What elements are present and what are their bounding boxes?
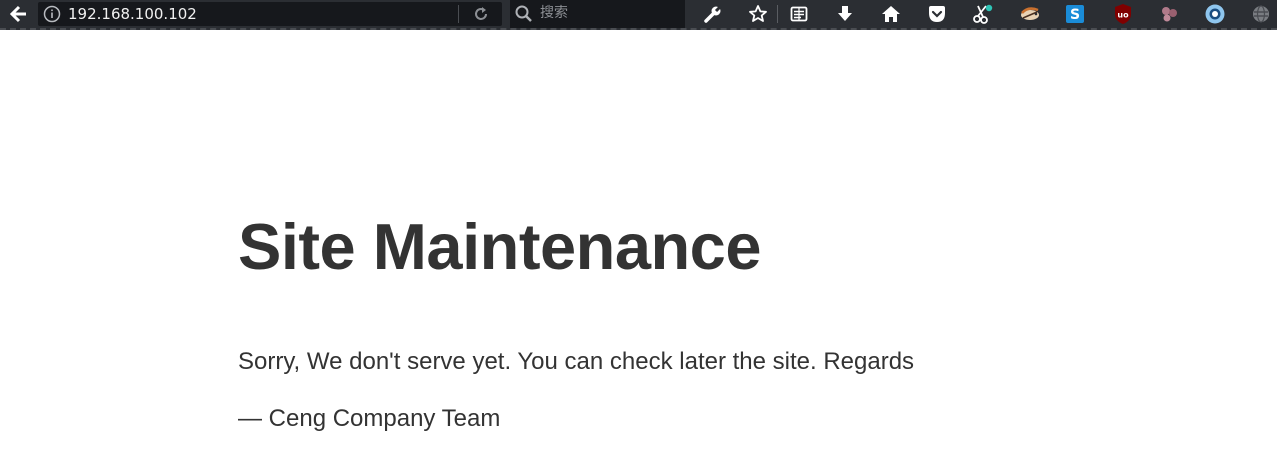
pocket-button[interactable] <box>924 0 950 28</box>
home-button[interactable] <box>878 0 904 28</box>
downloads-button[interactable] <box>832 0 858 28</box>
bird-extension-icon <box>1021 7 1039 20</box>
ublock-icon: uo <box>1115 4 1131 24</box>
search-icon <box>515 5 532 22</box>
url-bar[interactable] <box>38 2 502 26</box>
bird-extension-button[interactable] <box>1016 0 1044 28</box>
back-arrow-icon <box>10 5 26 23</box>
site-info-button[interactable] <box>42 4 62 24</box>
signature: — Ceng Company Team <box>238 405 501 432</box>
tools-button[interactable] <box>700 0 726 28</box>
info-icon <box>43 5 61 23</box>
urlbar-divider <box>458 5 459 23</box>
dots-extension-button[interactable] <box>1156 0 1182 28</box>
search-input[interactable] <box>540 0 680 26</box>
wrench-icon <box>704 4 723 23</box>
reload-button[interactable] <box>466 2 496 26</box>
download-icon <box>838 6 852 21</box>
ublock-button[interactable]: uo <box>1110 0 1136 28</box>
url-input[interactable] <box>68 2 488 26</box>
pocket-icon <box>929 6 945 22</box>
search-bar[interactable] <box>510 0 685 28</box>
maintenance-message: Sorry, We don't serve yet. You can check… <box>238 348 915 375</box>
back-button[interactable] <box>6 0 32 28</box>
svg-text:S: S <box>1070 7 1080 23</box>
reload-icon <box>475 7 487 20</box>
star-icon <box>749 5 767 22</box>
globe-extension-icon <box>1253 5 1269 23</box>
s-extension-button[interactable]: S <box>1062 0 1088 28</box>
reader-view-button[interactable] <box>786 0 812 28</box>
screenshot-extension-button[interactable] <box>970 0 996 28</box>
page-title: Site Maintenance <box>238 210 761 283</box>
dots-extension-icon <box>1162 7 1177 22</box>
toolbar-divider <box>777 5 778 23</box>
browser-toolbar: S uo <box>0 0 1277 30</box>
ring-extension-button[interactable] <box>1202 0 1228 28</box>
s-extension-icon: S <box>1066 5 1084 23</box>
home-icon <box>882 6 900 22</box>
globe-extension-button[interactable] <box>1248 0 1274 28</box>
svg-text:uo: uo <box>1117 11 1129 20</box>
ring-extension-icon <box>1205 4 1225 24</box>
scissors-icon <box>973 4 993 24</box>
bookmark-star-button[interactable] <box>745 0 771 28</box>
reader-icon <box>790 6 808 22</box>
